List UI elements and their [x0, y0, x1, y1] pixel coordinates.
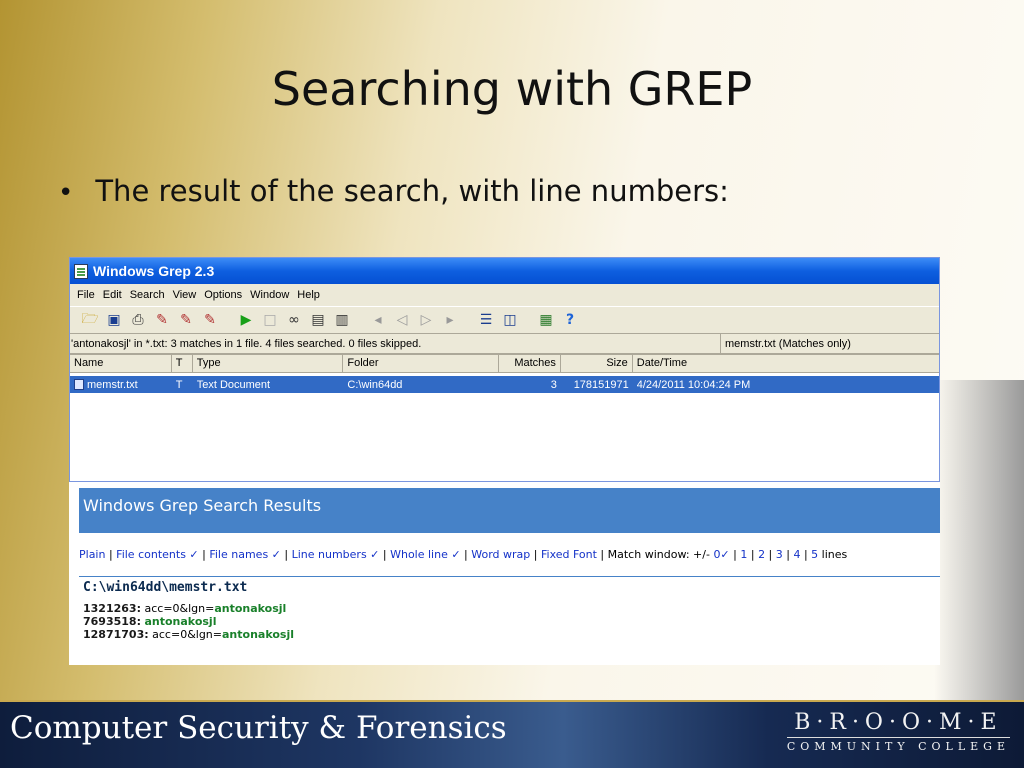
- line-prefix: acc=0&lgn=: [144, 602, 215, 615]
- option-file-contents[interactable]: File contents ✓: [116, 548, 198, 561]
- match-window-1[interactable]: 1: [740, 548, 747, 561]
- logo-subtitle: COMMUNITY COLLEGE: [786, 737, 1010, 753]
- background-shade: [934, 380, 1024, 700]
- cell-matches: 3: [550, 378, 557, 391]
- bullet-text: The result of the search, with line numb…: [95, 174, 729, 208]
- next-icon[interactable]: ▷: [416, 310, 436, 330]
- menu-file[interactable]: File: [73, 289, 99, 301]
- option-plain[interactable]: Plain: [79, 548, 105, 561]
- results-panel: Windows Grep Search Results Plain | File…: [69, 482, 940, 665]
- option-fixed-font[interactable]: Fixed Font: [541, 548, 597, 561]
- match-text: antonakosjl: [144, 615, 217, 628]
- menu-help[interactable]: Help: [293, 289, 324, 301]
- result-line: 7693518: antonakosjl: [83, 615, 294, 628]
- match-window-label: Match window: +/-: [607, 548, 710, 561]
- cell-name: memstr.txt: [70, 378, 172, 391]
- column-name[interactable]: Name: [70, 355, 172, 373]
- result-file-path: C:\win64dd\memstr.txt: [83, 580, 248, 595]
- prev-icon[interactable]: ◁: [392, 310, 412, 330]
- result-line: 12871703: acc=0&lgn=antonakosjl: [83, 628, 294, 641]
- line-number: 1321263:: [83, 602, 141, 615]
- table-row[interactable]: memstr.txt T Text Document C:\win64dd 3 …: [70, 376, 939, 393]
- search-icon[interactable]: ✎: [152, 310, 172, 330]
- menu-window[interactable]: Window: [246, 289, 293, 301]
- cell-folder: C:\win64dd: [347, 378, 403, 391]
- title-bar[interactable]: Windows Grep 2.3: [70, 258, 939, 284]
- menu-view[interactable]: View: [169, 289, 201, 301]
- column-t[interactable]: T: [171, 355, 193, 373]
- line-number: 12871703:: [83, 628, 149, 641]
- results-header: Windows Grep Search Results: [79, 488, 940, 533]
- match-text: antonakosjl: [222, 628, 294, 641]
- line-number: 7693518:: [83, 615, 141, 628]
- open-folder-icon[interactable]: 🗁: [80, 310, 100, 330]
- menu-options[interactable]: Options: [200, 289, 246, 301]
- option-line-numbers[interactable]: Line numbers ✓: [292, 548, 380, 561]
- match-window-4[interactable]: 4: [793, 548, 800, 561]
- menu-search[interactable]: Search: [126, 289, 169, 301]
- first-icon[interactable]: ◂: [368, 310, 388, 330]
- menu-edit[interactable]: Edit: [99, 289, 126, 301]
- stop-icon[interactable]: □: [260, 310, 280, 330]
- match-window-0[interactable]: 0✓: [713, 548, 729, 561]
- column-matches[interactable]: Matches: [499, 355, 561, 373]
- replace-icon[interactable]: ✎: [176, 310, 196, 330]
- cell-t: T: [175, 378, 183, 391]
- display-options: Plain | File contents ✓ | File names ✓ |…: [79, 548, 848, 561]
- window-title: Windows Grep 2.3: [93, 263, 215, 279]
- results-list: Name T Type Folder Matches Size Date/Tim…: [70, 354, 939, 481]
- cell-name-text: memstr.txt: [87, 378, 138, 391]
- line-prefix: acc=0&lgn=: [152, 628, 222, 641]
- copy-icon[interactable]: ▦: [536, 310, 556, 330]
- divider: [79, 576, 940, 577]
- match-text: antonakosjl: [214, 602, 287, 615]
- glasses-icon[interactable]: ∞: [284, 310, 304, 330]
- column-size[interactable]: Size: [560, 355, 633, 373]
- college-logo: B·R·O·O·M·E COMMUNITY COLLEGE: [786, 710, 1010, 753]
- column-type[interactable]: Type: [192, 355, 344, 373]
- column-folder[interactable]: Folder: [343, 355, 500, 373]
- search-more-icon[interactable]: ✎: [200, 310, 220, 330]
- play-icon[interactable]: ▶: [236, 310, 256, 330]
- split-vertical-icon[interactable]: ◫: [500, 310, 520, 330]
- option-file-names[interactable]: File names ✓: [209, 548, 281, 561]
- list-header: Name T Type Folder Matches Size Date/Tim…: [70, 355, 939, 373]
- match-window-5[interactable]: 5: [811, 548, 818, 561]
- app-icon: [74, 263, 88, 279]
- cell-type: Text Document: [196, 378, 271, 391]
- save-icon[interactable]: ▣: [104, 310, 124, 330]
- last-icon[interactable]: ▸: [440, 310, 460, 330]
- current-file-status: memstr.txt (Matches only): [720, 334, 939, 353]
- text-file-icon: [74, 378, 84, 390]
- footer-banner: Computer Security & Forensics B·R·O·O·M·…: [0, 700, 1024, 768]
- logo-wordmark: B·R·O·O·M·E: [794, 710, 1003, 735]
- lines-label: lines: [821, 548, 848, 561]
- grep-window: Windows Grep 2.3 File Edit Search View O…: [69, 257, 940, 482]
- split-horizontal-icon[interactable]: ☰: [476, 310, 496, 330]
- option-word-wrap[interactable]: Word wrap: [471, 548, 530, 561]
- column-date[interactable]: Date/Time: [632, 355, 939, 373]
- option-whole-line[interactable]: Whole line ✓: [390, 548, 460, 561]
- print-icon[interactable]: ⎙: [128, 310, 148, 330]
- bullet-dot: •: [58, 178, 74, 208]
- result-lines: 1321263: acc=0&lgn=antonakosjl 7693518: …: [83, 602, 294, 641]
- cell-date: 4/24/2011 10:04:24 PM: [636, 378, 751, 391]
- document-lines-icon[interactable]: ▥: [332, 310, 352, 330]
- match-window-2[interactable]: 2: [758, 548, 765, 561]
- toolbar: 🗁 ▣ ⎙ ✎ ✎ ✎ ▶ □ ∞ ▤ ▥ ◂ ◁ ▷ ▸ ☰ ◫ ▦ ?: [70, 306, 939, 334]
- match-window-3[interactable]: 3: [776, 548, 783, 561]
- help-icon[interactable]: ?: [560, 310, 580, 330]
- result-line: 1321263: acc=0&lgn=antonakosjl: [83, 602, 294, 615]
- cell-size: 178151971: [573, 378, 629, 391]
- slide-title: Searching with GREP: [271, 62, 753, 116]
- bullet-item: • The result of the search, with line nu…: [58, 174, 729, 208]
- document-icon[interactable]: ▤: [308, 310, 328, 330]
- search-status-bar: 'antonakosjl' in *.txt: 3 matches in 1 f…: [70, 334, 939, 354]
- menu-bar: File Edit Search View Options Window Hel…: [70, 284, 939, 306]
- search-summary: 'antonakosjl' in *.txt: 3 matches in 1 f…: [71, 337, 422, 350]
- course-title: Computer Security & Forensics: [10, 710, 507, 746]
